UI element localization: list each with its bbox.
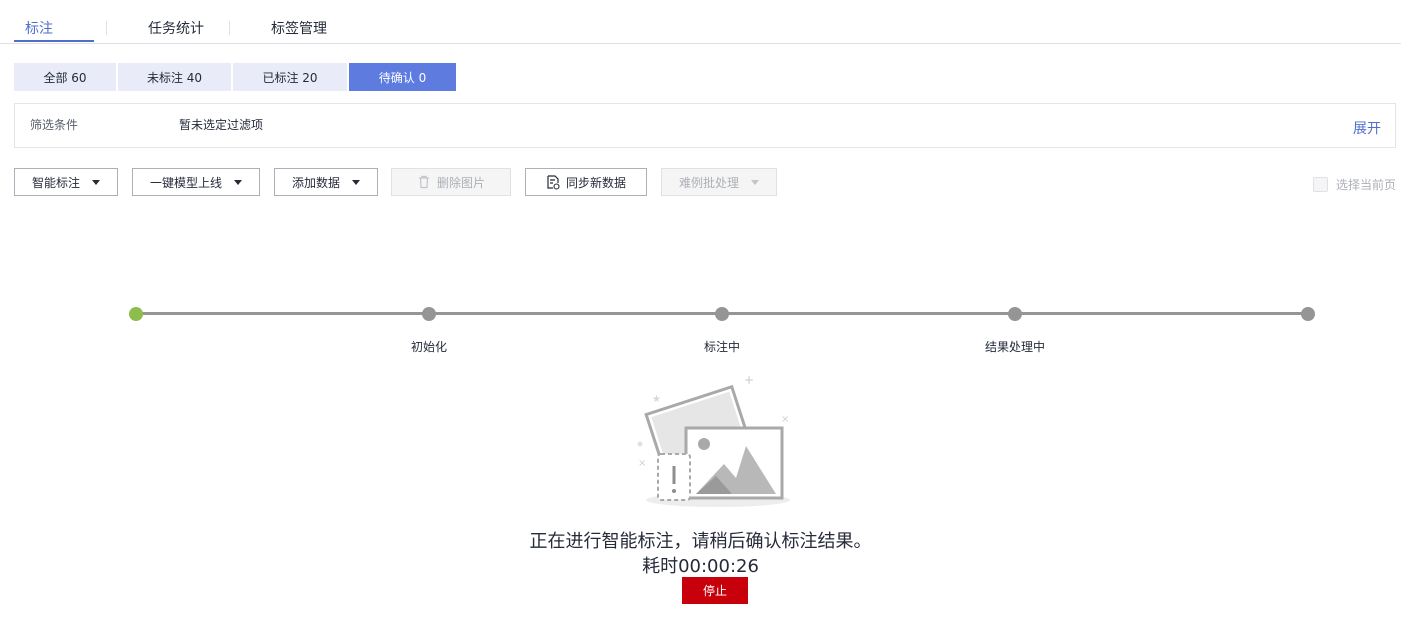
caret-down-icon xyxy=(352,179,360,185)
tab-divider xyxy=(229,21,230,35)
empty-image-illustration: + ★ × × xyxy=(637,373,790,507)
smart-label-text: 智能标注 xyxy=(31,175,80,190)
select-page-label: 选择当前页 xyxy=(1335,178,1396,192)
filter-pending-button[interactable]: 待确认 0 xyxy=(349,63,456,91)
tab-label-management[interactable]: 标签管理 xyxy=(271,18,327,38)
filter-unlabeled-button[interactable]: 未标注 40 xyxy=(118,63,231,91)
progress-steps: 初始化 标注中 结果处理中 xyxy=(0,300,1401,360)
expand-filter-link[interactable]: 展开 xyxy=(1353,118,1381,138)
deploy-model-text: 一键模型上线 xyxy=(149,175,222,190)
caret-down-icon xyxy=(234,179,242,185)
delete-images-text: 删除图片 xyxy=(436,175,485,190)
tab-task-stats[interactable]: 任务统计 xyxy=(148,18,204,38)
caret-down-icon xyxy=(751,179,759,185)
document-sync-icon xyxy=(547,174,560,190)
add-data-dropdown[interactable]: 添加数据 xyxy=(274,168,378,196)
tab-annotate[interactable]: 标注 xyxy=(25,18,53,38)
filter-panel: 筛选条件 暂未选定过滤项 展开 xyxy=(14,103,1396,148)
step-label-labeling: 标注中 xyxy=(703,340,741,354)
filter-labeled-button[interactable]: 已标注 20 xyxy=(233,63,347,91)
status-message: 正在进行智能标注，请稍后确认标注结果。 xyxy=(529,531,872,552)
delete-images-button[interactable]: 删除图片 xyxy=(391,168,511,196)
step-dot-start xyxy=(129,307,143,321)
active-tab-indicator xyxy=(14,40,94,42)
caret-down-icon xyxy=(92,179,100,185)
sync-data-button[interactable]: 同步新数据 xyxy=(525,168,647,196)
filter-label: 筛选条件 xyxy=(30,118,79,132)
stop-button[interactable]: 停止 xyxy=(682,577,748,604)
select-page-checkbox[interactable] xyxy=(1312,177,1328,192)
step-dot-init xyxy=(422,307,436,321)
trash-icon xyxy=(418,175,429,189)
top-tabs: 标注 任务统计 标签管理 xyxy=(0,0,1401,44)
elapsed-time: 耗时00:00:26 xyxy=(642,556,759,577)
filter-value: 暂未选定过滤项 xyxy=(179,118,264,132)
select-current-page[interactable]: 选择当前页 xyxy=(1312,176,1396,193)
status-filter-group: 全部 60 未标注 40 已标注 20 待确认 0 xyxy=(14,63,456,91)
step-dot-end xyxy=(1301,307,1315,321)
hard-example-text: 难例批处理 xyxy=(678,175,739,190)
svg-text:×: × xyxy=(781,414,789,425)
svg-text:×: × xyxy=(638,458,646,469)
hard-example-dropdown[interactable]: 难例批处理 xyxy=(661,168,777,196)
app-root: 标注 任务统计 标签管理 全部 60 未标注 40 已标注 20 待确认 0 筛… xyxy=(0,0,1401,618)
step-label-init: 初始化 xyxy=(410,340,448,354)
svg-text:+: + xyxy=(744,373,754,387)
svg-text:★: ★ xyxy=(652,394,661,405)
add-data-text: 添加数据 xyxy=(291,175,340,190)
tab-divider xyxy=(106,21,107,35)
deploy-model-dropdown[interactable]: 一键模型上线 xyxy=(132,168,260,196)
sync-data-text: 同步新数据 xyxy=(565,175,626,190)
step-dot-processing xyxy=(1008,307,1022,321)
smart-label-dropdown[interactable]: 智能标注 xyxy=(14,168,118,196)
filter-all-button[interactable]: 全部 60 xyxy=(14,63,116,91)
step-dot-labeling xyxy=(715,307,729,321)
step-label-processing: 结果处理中 xyxy=(984,340,1046,354)
